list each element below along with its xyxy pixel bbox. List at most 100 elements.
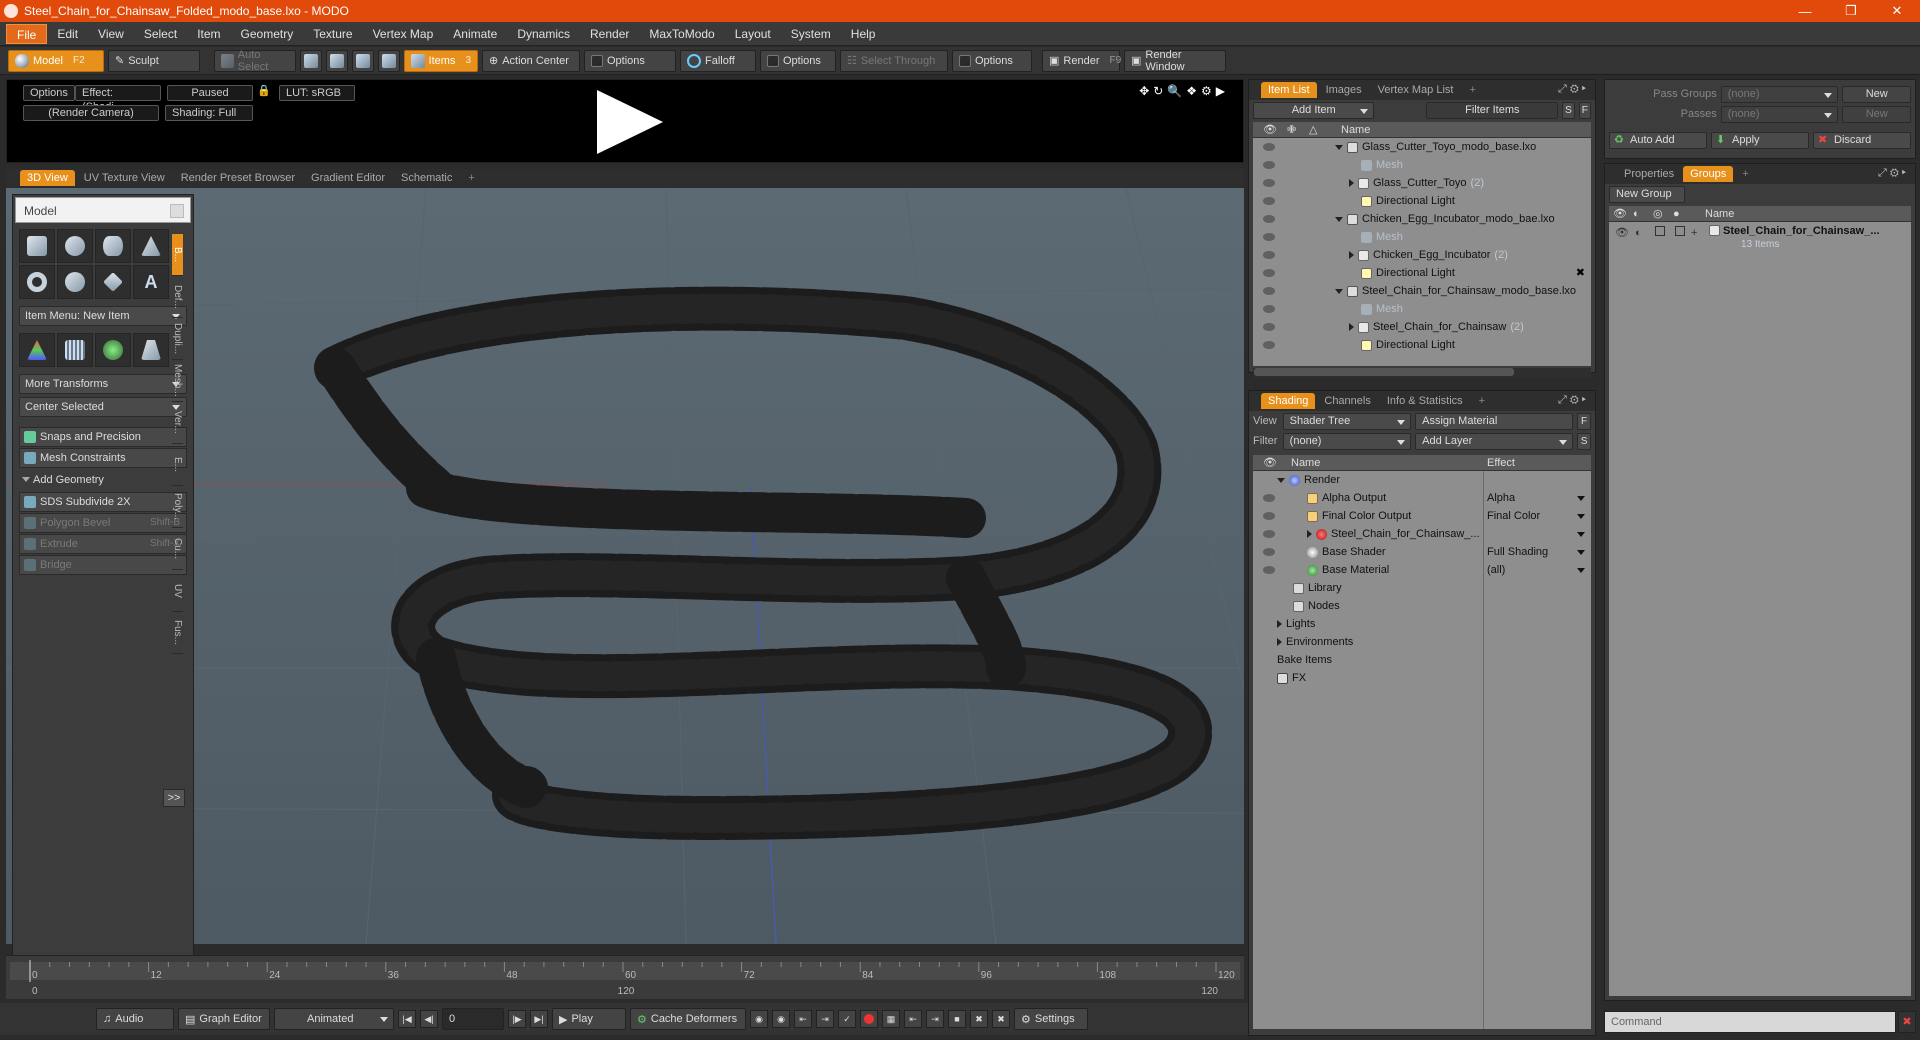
grid-tool[interactable]: [57, 333, 93, 367]
camera-dropdown[interactable]: (Render Camera): [23, 105, 159, 121]
effect-dropdown[interactable]: Full Shading: [1487, 543, 1548, 561]
animated-dropdown[interactable]: Animated: [274, 1008, 394, 1030]
add-item-dropdown[interactable]: Add Item: [1253, 101, 1375, 119]
eye-icon[interactable]: [1263, 494, 1275, 502]
menu-view[interactable]: View: [88, 24, 134, 44]
pen-tool[interactable]: [95, 265, 131, 299]
chevron-down-icon[interactable]: [1577, 568, 1585, 573]
menu-texture[interactable]: Texture: [303, 24, 362, 44]
item-menu-dropdown[interactable]: Item Menu: New Item: [19, 306, 187, 326]
expand-icon[interactable]: [1307, 530, 1312, 539]
go-to-start-icon[interactable]: |◀: [398, 1010, 416, 1028]
polygon-bevel-button[interactable]: Polygon Bevel Shift-B: [19, 513, 187, 533]
item-list-row[interactable]: Glass_Cutter_Toyo (2): [1253, 174, 1591, 192]
more-transforms-dropdown[interactable]: More Transforms: [19, 374, 187, 394]
delete-key-icon[interactable]: ✖: [970, 1010, 988, 1028]
filter-items-input[interactable]: Filter Items: [1426, 101, 1559, 119]
eye-icon[interactable]: [1263, 269, 1275, 277]
cube-tool[interactable]: [19, 229, 55, 263]
globe-tool[interactable]: [95, 333, 131, 367]
chevron-down-icon[interactable]: [1577, 514, 1585, 519]
new-pass-group-button[interactable]: New: [1842, 85, 1911, 103]
menu-geometry[interactable]: Geometry: [231, 24, 304, 44]
tab-gradient-editor[interactable]: Gradient Editor: [304, 170, 392, 186]
action-center-options-button[interactable]: Options: [584, 49, 676, 72]
item-list-row[interactable]: Steel_Chain_for_Chainsaw_modo_base.lxo: [1253, 282, 1591, 300]
polygons-mode-button[interactable]: [352, 49, 374, 72]
prev-key-icon[interactable]: ◀|: [420, 1010, 438, 1028]
eye-icon[interactable]: [1263, 179, 1275, 187]
side-tab-deform[interactable]: Def...: [172, 276, 183, 318]
more-tools-button[interactable]: >>: [163, 789, 185, 807]
side-tab-mesh[interactable]: Mesh...: [172, 360, 183, 402]
chevron-down-icon[interactable]: [1577, 532, 1585, 537]
record-icon[interactable]: [860, 1010, 878, 1028]
command-input[interactable]: Command: [1604, 1011, 1896, 1033]
effect-dropdown[interactable]: Alpha: [1487, 489, 1515, 507]
snaps-precision-button[interactable]: Snaps and Precision: [19, 427, 187, 447]
menu-vertex-map[interactable]: Vertex Map: [363, 24, 444, 44]
item-list-row[interactable]: Directional Light: [1253, 336, 1591, 354]
autokey-icon[interactable]: ◉: [772, 1010, 790, 1028]
auto-add-button[interactable]: ♻ Auto Add: [1609, 131, 1707, 149]
eye-icon[interactable]: [1263, 287, 1275, 295]
materials-mode-button[interactable]: [378, 49, 400, 72]
add-geometry-section[interactable]: Add Geometry: [19, 470, 187, 490]
eye-icon[interactable]: [1263, 197, 1275, 205]
expand-icon[interactable]: +: [1691, 224, 1697, 242]
side-tab-polygon[interactable]: Poly...: [172, 486, 183, 528]
capsule-tool[interactable]: [57, 265, 93, 299]
cone-tool[interactable]: [133, 229, 169, 263]
clear-keys-icon[interactable]: ✖: [992, 1010, 1010, 1028]
menu-render[interactable]: Render: [580, 24, 639, 44]
menu-maxtomodo[interactable]: MaxToModo: [639, 24, 724, 44]
add-tab-icon[interactable]: +: [1472, 393, 1492, 409]
eye-icon[interactable]: [1263, 566, 1275, 574]
play-button[interactable]: ▶ Play: [552, 1008, 626, 1030]
tab-groups[interactable]: Groups: [1683, 166, 1734, 182]
filter-f-button[interactable]: F: [1578, 101, 1592, 119]
sculpt-mode-button[interactable]: ✎ Sculpt: [108, 49, 200, 72]
side-tab-duplicate[interactable]: Dupli...: [172, 318, 183, 360]
shader-tree-row[interactable]: Bake Items: [1253, 651, 1591, 669]
close-icon[interactable]: ✕: [1874, 0, 1920, 22]
render-window-button[interactable]: ▣ Render Window: [1124, 49, 1226, 73]
shader-tree-row[interactable]: Steel_Chain_for_Chainsaw_...: [1253, 525, 1591, 543]
auto-select-button[interactable]: Auto Select: [214, 49, 296, 73]
shading-dropdown[interactable]: Shading: Full: [165, 105, 253, 121]
tab-uv-texture-view[interactable]: UV Texture View: [77, 170, 172, 186]
new-group-button[interactable]: New Group: [1609, 185, 1685, 203]
menu-file[interactable]: File: [6, 23, 48, 44]
collapse-icon[interactable]: [1277, 477, 1285, 483]
collapse-icon[interactable]: [1335, 216, 1343, 222]
expand-icon[interactable]: [1349, 251, 1354, 260]
center-selected-dropdown[interactable]: Center Selected: [19, 397, 187, 417]
tab-render-preset-browser[interactable]: Render Preset Browser: [174, 170, 302, 186]
assign-material-button[interactable]: Assign Material: [1415, 412, 1574, 430]
eye-icon[interactable]: [1263, 161, 1275, 169]
torus-tool[interactable]: [19, 265, 55, 299]
shader-tree-row[interactable]: FX: [1253, 669, 1591, 687]
select-through-button[interactable]: ☷ Select Through: [840, 49, 948, 72]
steel-chain-mesh[interactable]: [314, 286, 1213, 840]
next-keyframe-icon[interactable]: ⇥: [816, 1010, 834, 1028]
tab-info-statistics[interactable]: Info & Statistics: [1380, 393, 1470, 409]
item-list-row[interactable]: Directional Light ✖: [1253, 264, 1591, 282]
next-frame-icon[interactable]: ⇥: [926, 1010, 944, 1028]
preview-controls-icons[interactable]: ✥↻🔍❖⚙▶: [1139, 84, 1229, 98]
shader-tree-row[interactable]: Base Material (all): [1253, 561, 1591, 579]
effect-dropdown[interactable]: Final Color: [1487, 507, 1540, 525]
shading-f-button[interactable]: F: [1577, 412, 1591, 430]
chevron-down-icon[interactable]: [1577, 550, 1585, 555]
items-mode-button[interactable]: Items 3: [404, 49, 478, 72]
shader-tree-row[interactable]: Render: [1253, 471, 1591, 489]
chevron-down-icon[interactable]: [1577, 496, 1585, 501]
action-center-button[interactable]: ⊕ Action Center: [482, 49, 580, 72]
preview-paused-button[interactable]: Paused: [167, 85, 253, 101]
passes-dropdown[interactable]: (none): [1720, 105, 1839, 123]
item-list-row[interactable]: Chicken_Egg_Incubator (2): [1253, 246, 1591, 264]
tab-shading[interactable]: Shading: [1261, 393, 1316, 409]
key-filter-icon[interactable]: ▦: [882, 1010, 900, 1028]
add-tab-icon[interactable]: +: [461, 170, 481, 186]
discard-button[interactable]: ✖ Discard: [1813, 131, 1911, 149]
